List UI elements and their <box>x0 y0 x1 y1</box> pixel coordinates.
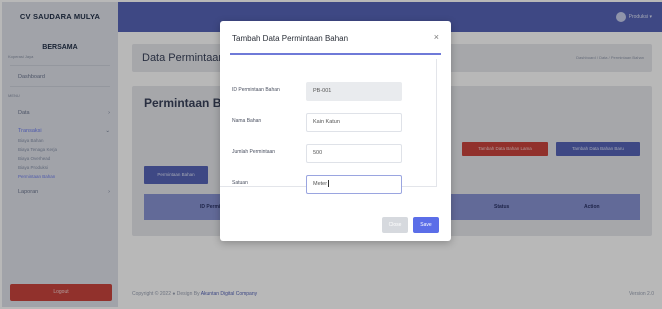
modal-title: Tambah Data Permintaan Bahan <box>232 34 349 43</box>
unit-field-value: Meter <box>313 181 328 187</box>
field-label-nama: Nama Bahan <box>232 118 262 124</box>
request-form: ID Permintaan Bahan PB-001 Nama Bahan Ka… <box>220 59 437 194</box>
save-button[interactable]: Save <box>413 217 439 233</box>
quantity-field[interactable]: 500 <box>306 144 402 163</box>
close-icon[interactable]: × <box>434 32 439 42</box>
add-request-modal: Tambah Data Permintaan Bahan × ID Permin… <box>220 21 451 241</box>
modal-footer: Close Save <box>220 209 451 241</box>
field-label-id: ID Permintaan Bahan <box>232 87 280 93</box>
close-button[interactable]: Close <box>382 217 408 233</box>
material-name-field[interactable]: Kain Katun <box>306 113 402 132</box>
text-caret <box>328 180 329 188</box>
field-label-jumlah: Jumlah Permintaan <box>232 149 276 155</box>
request-id-field: PB-001 <box>306 82 402 101</box>
unit-field[interactable]: Meter <box>306 175 402 194</box>
field-label-satuan: Satuan <box>232 180 248 186</box>
modal-divider <box>230 53 441 55</box>
